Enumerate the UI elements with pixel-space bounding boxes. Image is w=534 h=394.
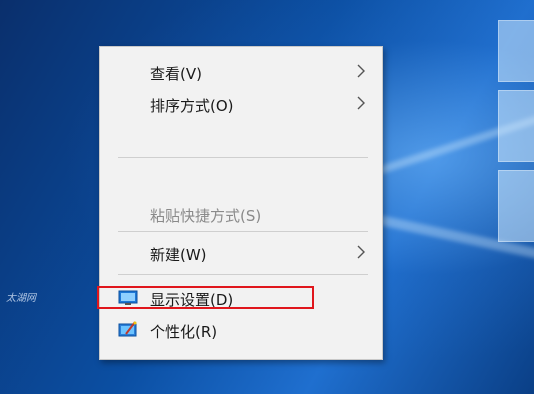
menu-item-label: 新建(W)	[150, 246, 207, 264]
menu-item-label: 查看(V)	[150, 65, 202, 83]
menu-item-label: 粘贴快捷方式(S)	[150, 207, 262, 225]
desktop-context-menu: 查看(V) 排序方式(O) 粘贴快捷方式(S) 新建(W) 显示设置(D) 个性…	[99, 46, 383, 360]
menu-item-new[interactable]: 新建(W)	[100, 240, 382, 266]
menu-item-paste-shortcut[interactable]: 粘贴快捷方式(S)	[100, 201, 382, 227]
menu-item-label: 个性化(R)	[150, 323, 218, 341]
windows-logo-graphic	[488, 0, 534, 260]
menu-item-sort[interactable]: 排序方式(O)	[100, 91, 382, 117]
menu-item-personalize[interactable]: 个性化(R)	[100, 317, 382, 343]
personalize-icon	[118, 321, 137, 337]
menu-item-view[interactable]: 查看(V)	[100, 59, 382, 85]
highlight-box	[97, 286, 314, 309]
menu-item-label: 排序方式(O)	[150, 97, 234, 115]
menu-separator	[118, 157, 368, 158]
watermark-text: 太湖网	[6, 293, 36, 304]
chevron-right-icon	[357, 245, 365, 259]
menu-separator	[118, 231, 368, 232]
chevron-right-icon	[357, 64, 365, 78]
chevron-right-icon	[357, 96, 365, 110]
menu-separator	[118, 274, 368, 275]
